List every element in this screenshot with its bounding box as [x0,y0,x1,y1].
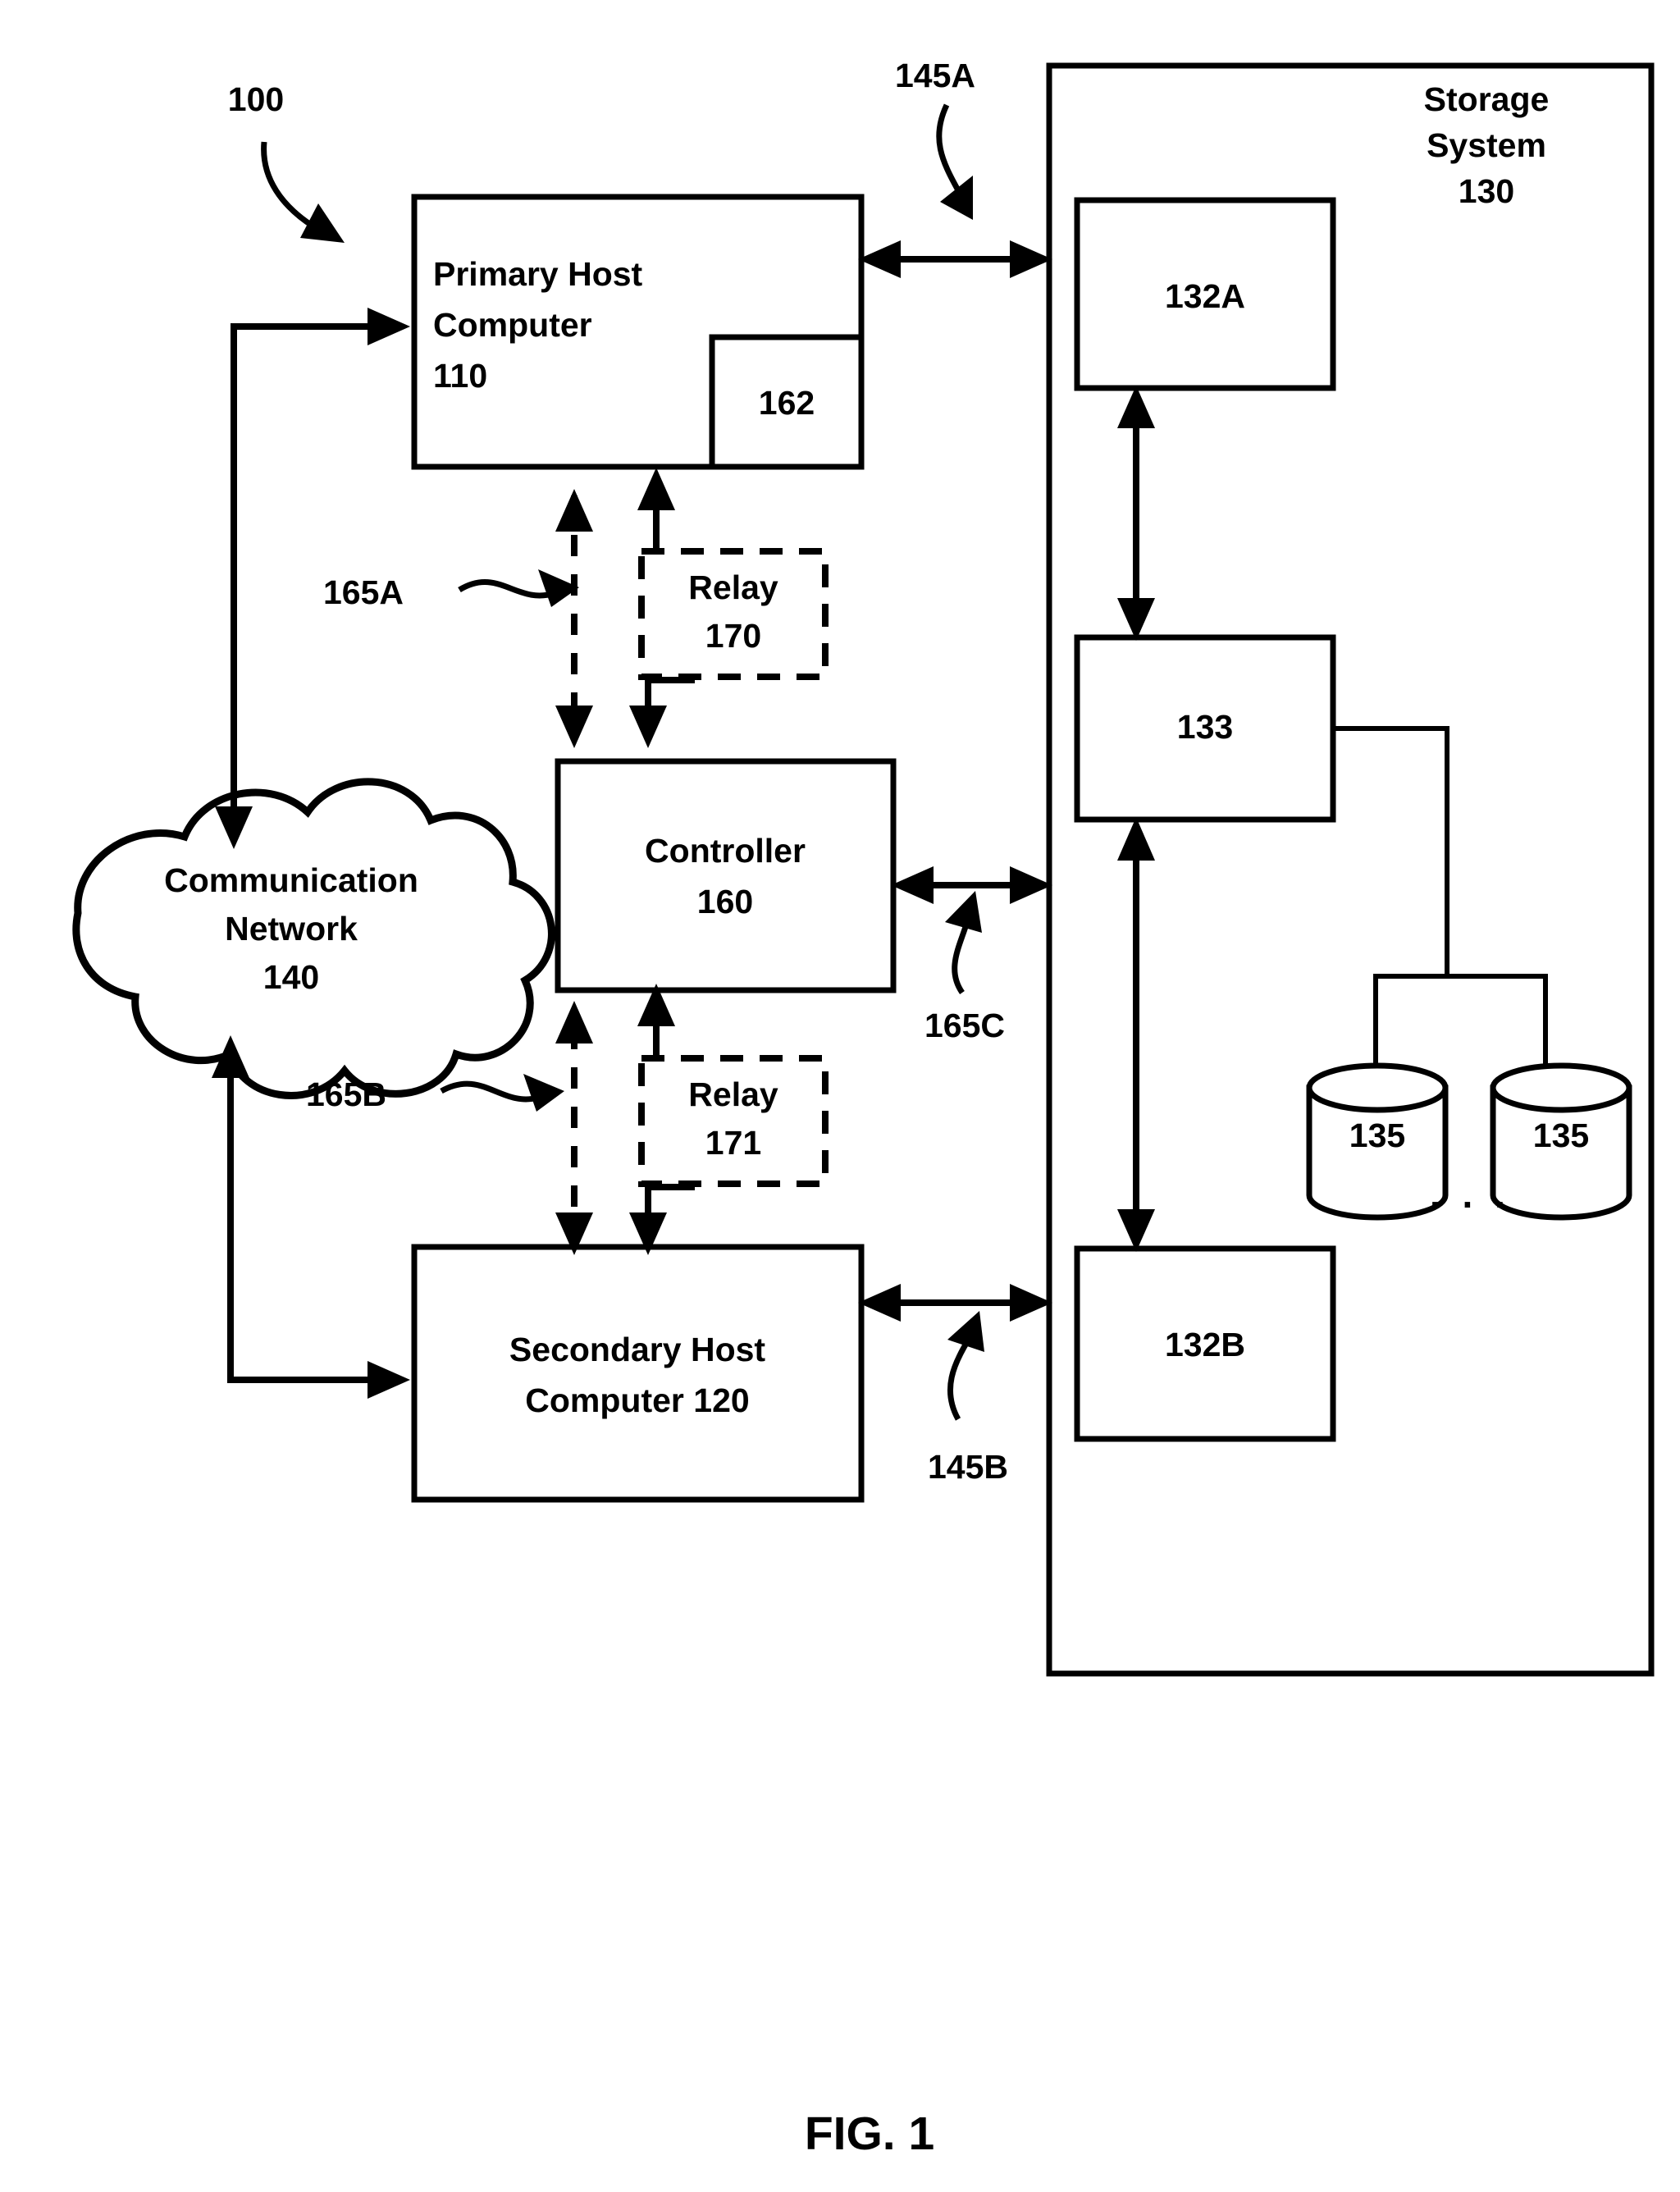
storage-node-132b-ref: 132B [1165,1326,1245,1363]
controller-group: Controller 160 [555,758,897,993]
disk-ellipsis: . . . [1430,1173,1511,1216]
storage-node-133-group: 133 [1074,634,1336,823]
secondary-host-computer-box [411,1244,865,1503]
link-145b: 145B [858,1284,1052,1486]
controller-label: Controller [645,832,806,870]
secondary-host-label-line1: Secondary Host [509,1331,765,1368]
link-145a-label: 145A [895,57,975,94]
controller-ref: 160 [697,883,753,920]
primary-host-label-line1: Primary Host [433,255,643,293]
link-145b-label: 145B [928,1448,1008,1486]
relay-171-label: Relay [688,1075,778,1113]
disk-135-left-group: 135 [1306,1062,1449,1221]
figure-page: Storage System 130 132A 133 132B 135 135… [0,0,1680,2192]
controller-box [555,758,897,993]
storage-system-ref: 130 [1459,172,1514,210]
storage-node-133-ref: 133 [1177,708,1233,746]
link-145a: 145A [858,57,1052,278]
disk-135-right-ref: 135 [1533,1117,1589,1154]
primary-host-label-line2: Computer [433,306,592,344]
link-165c-label: 165C [924,1007,1005,1044]
secondary-host-computer-group: Secondary Host Computer 120 [411,1244,865,1503]
communication-network-ref: 140 [263,958,319,996]
primary-host-computer-group: Primary Host Computer 110 162 [411,194,865,470]
primary-host-ref: 110 [433,357,487,395]
storage-node-132a-ref: 132A [1165,277,1245,315]
secondary-host-label-line2: Computer 120 [525,1381,749,1419]
communication-network-group: Communication Network 140 [72,778,555,1099]
link-165a-label: 165A [323,573,404,611]
link-165c: 165C [891,866,1052,1044]
relay-170-ref: 170 [705,617,761,655]
link-165b-label: 165B [306,1075,386,1113]
system-ref-label: 100 [228,80,284,118]
storage-system-label-line1: Storage [1424,80,1550,118]
storage-system-label-line2: System [1427,126,1546,164]
relay-171-group: Relay 171 [638,1055,829,1187]
figure-caption: FIG. 1 [805,2108,934,2160]
disk-135-right-group: 135 [1490,1062,1632,1221]
communication-network-label-line1: Communication [164,861,418,899]
disk-135-left-ref: 135 [1349,1117,1405,1154]
patent-diagram: Storage System 130 132A 133 132B 135 135… [72,57,1655,2160]
relay-170-group: Relay 170 [638,548,829,680]
system-reference-100: 100 [228,80,345,243]
relay-171-ref: 171 [705,1124,761,1162]
relay-170-label: Relay [688,569,778,606]
storage-node-132b-group: 132B [1074,1245,1336,1442]
host-module-162-ref: 162 [759,384,815,422]
storage-node-132a-group: 132A [1074,197,1336,391]
communication-network-label-line2: Network [225,910,358,948]
